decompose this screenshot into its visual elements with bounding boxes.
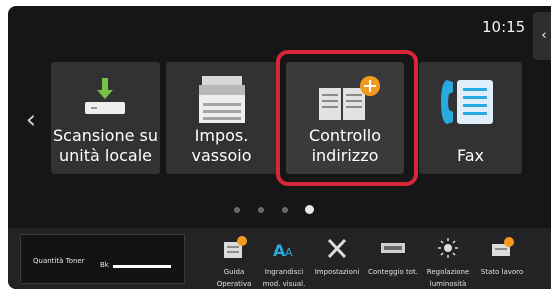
brightness-icon — [438, 238, 458, 258]
svg-text:A: A — [285, 246, 293, 259]
toner-status: Quantità Toner Bk — [20, 234, 185, 284]
toner-bk-label: Bk — [100, 261, 109, 269]
page-indicator — [234, 204, 324, 216]
clock: 10:15 — [482, 18, 526, 36]
printer-icon — [199, 76, 245, 123]
device-frame: 10:15 ‹ ‹ Scansione su unità locale Impo… — [0, 0, 551, 295]
selection-highlight — [276, 50, 418, 186]
guide-book-icon — [224, 236, 247, 258]
tile-label: Impos. vassoio — [191, 126, 252, 165]
counter-icon — [381, 243, 405, 253]
chevron-left-icon: ‹ — [541, 28, 547, 43]
shortcut-brightness[interactable]: Regolazione luminosità — [421, 232, 475, 289]
download-to-drive-icon — [85, 78, 125, 114]
shortcut-label: Stato lavoro — [480, 268, 524, 276]
shortcut-settings[interactable]: Impostazioni — [310, 232, 364, 289]
tile-label: Scansione su unità locale — [52, 126, 158, 165]
fax-phone-icon — [441, 80, 493, 124]
job-status-icon — [492, 237, 514, 256]
tile-fax[interactable]: Fax — [419, 62, 522, 174]
page-dot-active[interactable] — [305, 205, 314, 214]
side-panel-toggle[interactable]: ‹ — [533, 12, 551, 60]
page-dot[interactable] — [258, 207, 264, 213]
page-dot[interactable] — [282, 207, 288, 213]
tile-label: Fax — [456, 146, 484, 165]
toner-label: Quantità Toner — [33, 257, 85, 265]
tile-scan-to-local-drive[interactable]: Scansione su unità locale — [51, 62, 160, 174]
previous-page-arrow[interactable]: ‹ — [22, 102, 40, 138]
toner-level-bar — [113, 265, 171, 268]
text-enlarge-icon: A A — [273, 241, 293, 260]
wrench-screwdriver-icon — [327, 238, 347, 259]
chevron-left-icon: ‹ — [25, 105, 37, 135]
tile-tray-settings[interactable]: Impos. vassoio — [166, 62, 277, 174]
touch-screen: 10:15 ‹ ‹ Scansione su unità locale Impo… — [8, 6, 551, 289]
shortcut-job-status[interactable]: Stato lavoro — [475, 232, 529, 289]
shortcut-enlarge-display[interactable]: A A Ingrandisci mod. visual. — [257, 232, 311, 289]
shortcut-total-count[interactable]: Conteggio tot. — [366, 232, 420, 289]
page-dot[interactable] — [234, 207, 240, 213]
